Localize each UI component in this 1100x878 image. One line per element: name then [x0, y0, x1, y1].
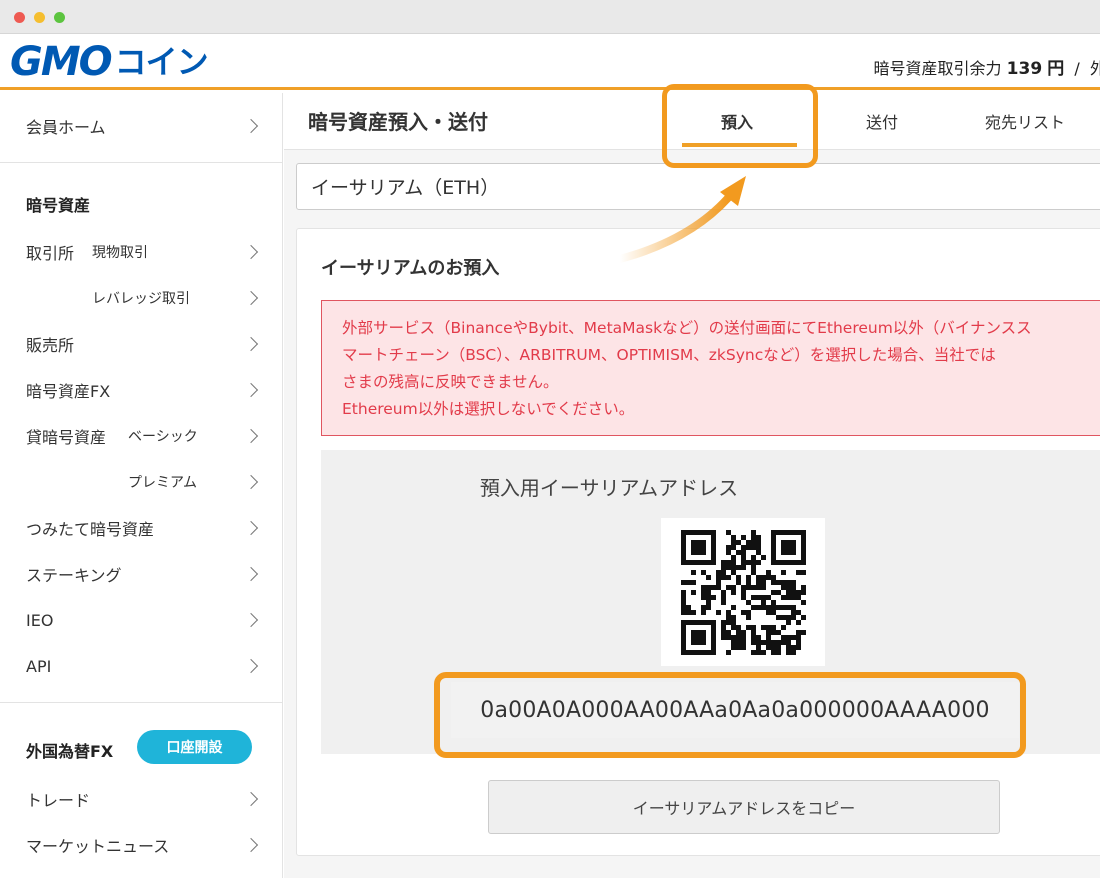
network-warning: 外部サービス（BinanceやBybit、MetaMaskなど）の送付画面にてE… — [321, 300, 1100, 436]
sidebar-item-tsumitate[interactable]: つみたて暗号資産 — [0, 508, 283, 548]
sidebar-heading-crypto: 暗号資産 — [26, 196, 91, 215]
page-title: 暗号資産預入・送付 — [308, 110, 488, 134]
sidebar-item-label: つみたて暗号資産 — [26, 520, 155, 539]
logo-gmo-text: GMO — [10, 39, 113, 85]
site-header: GMO コイン 暗号資産取引余力 139 円 / 外 — [0, 34, 1100, 90]
currency-select[interactable]: イーサリアム（ETH） — [296, 163, 1100, 210]
sidebar-divider — [0, 162, 283, 163]
main-content: 暗号資産預入・送付 預入 送付 宛先リスト イーサリアム（ETH） イーサリアム… — [284, 93, 1100, 878]
chevron-right-icon — [243, 244, 259, 260]
chevron-right-icon — [243, 520, 259, 536]
warning-line: マートチェーン（BSC）、ARBITRUM、OPTIMISM、zkSyncなど）… — [342, 346, 996, 364]
sidebar-item-label: 取引所 — [26, 244, 75, 263]
balance-more: 外 — [1089, 59, 1100, 78]
sidebar-item-trade[interactable]: トレード — [0, 779, 283, 819]
sidebar-item-label: 会員ホーム — [26, 118, 106, 137]
copy-address-button[interactable]: イーサリアムアドレスをコピー — [488, 780, 1000, 834]
sidebar-item-label: 販売所 — [26, 336, 75, 355]
sidebar-heading-fx: 外国為替FX — [26, 742, 114, 761]
sidebar-item-sublabel: レバレッジ取引 — [92, 291, 190, 307]
balance-unit: 円 — [1047, 59, 1065, 79]
deposit-tab-highlight — [662, 84, 818, 168]
sidebar-item-sublabel: プレミアム — [128, 475, 198, 491]
chevron-right-icon — [243, 290, 259, 306]
sidebar-item-label: API — [26, 656, 52, 676]
chevron-right-icon — [243, 791, 259, 807]
gmo-coin-logo[interactable]: GMO コイン — [10, 39, 209, 85]
sidebar-item-sublabel: ベーシック — [128, 429, 198, 445]
warning-line: さまの残高に反映できません。 — [342, 373, 559, 391]
warning-line: 外部サービス（BinanceやBybit、MetaMaskなど）の送付画面にてE… — [342, 319, 1032, 337]
address-heading: 預入用イーサリアムアドレス — [479, 476, 739, 500]
window-titlebar — [0, 0, 1100, 34]
sidebar-item-api[interactable]: API — [0, 646, 283, 686]
sidebar-item-label: ステーキング — [26, 566, 122, 585]
maximize-window-icon[interactable] — [54, 12, 65, 23]
chevron-right-icon — [243, 474, 259, 490]
chevron-right-icon — [243, 336, 259, 352]
open-account-button[interactable]: 口座開設 — [137, 730, 252, 764]
sidebar-item-sublabel: 現物取引 — [92, 245, 148, 261]
tab-destination-list[interactable]: 宛先リスト — [985, 109, 1065, 133]
sidebar-item-label: 暗号資産FX — [26, 382, 111, 401]
sidebar-item-label: トレード — [26, 791, 91, 810]
sidebar-item-label: IEO — [26, 610, 54, 630]
sidebar-item-exchange-spot[interactable]: 取引所 現物取引 — [0, 232, 283, 272]
warning-line: Ethereum以外は選択しないでください。 — [342, 400, 635, 418]
sidebar-item-lending-basic[interactable]: 貸暗号資産 ベーシック — [0, 416, 283, 456]
sidebar-item-sales[interactable]: 販売所 — [0, 324, 283, 364]
panel-title: イーサリアムのお預入 — [321, 258, 500, 279]
chevron-right-icon — [243, 566, 259, 582]
chevron-right-icon — [243, 118, 259, 134]
sidebar-item-label: 貸暗号資産 — [26, 428, 107, 447]
sidebar-item-home[interactable]: 会員ホーム — [0, 106, 283, 146]
logo-coin-text: コイン — [114, 43, 209, 81]
sidebar-item-label: マーケットニュース — [26, 837, 170, 856]
balance-value: 139 — [1006, 59, 1043, 79]
sidebar-item-crypto-fx[interactable]: 暗号資産FX — [0, 370, 283, 410]
chevron-right-icon — [243, 658, 259, 674]
tab-send[interactable]: 送付 — [866, 109, 898, 133]
deposit-panel: イーサリアムのお預入 外部サービス（BinanceやBybit、MetaMask… — [296, 228, 1100, 856]
sidebar-item-exchange-leverage[interactable]: レバレッジ取引 — [0, 278, 283, 318]
chevron-right-icon — [243, 382, 259, 398]
minimize-window-icon[interactable] — [34, 12, 45, 23]
sidebar-item-market-news[interactable]: マーケットニュース — [0, 825, 283, 865]
sidebar-item-ieo[interactable]: IEO — [0, 600, 283, 640]
sidebar-divider — [0, 702, 283, 703]
chevron-right-icon — [243, 428, 259, 444]
address-highlight — [434, 672, 1026, 758]
sidebar-nav: 会員ホーム 暗号資産 取引所 現物取引 レバレッジ取引 販売所 暗号資産FX 貸… — [0, 93, 283, 878]
balance-separator: / — [1074, 59, 1080, 78]
balance-label: 暗号資産取引余力 — [873, 59, 1002, 78]
qr-code-icon — [681, 530, 806, 655]
close-window-icon[interactable] — [14, 12, 25, 23]
chevron-right-icon — [243, 837, 259, 853]
chevron-right-icon — [243, 612, 259, 628]
trading-balance: 暗号資産取引余力 139 円 / 外 — [874, 54, 1100, 79]
sidebar-item-lending-premium[interactable]: プレミアム — [0, 462, 283, 502]
address-qr-code — [661, 518, 825, 666]
sidebar-item-staking[interactable]: ステーキング — [0, 554, 283, 594]
